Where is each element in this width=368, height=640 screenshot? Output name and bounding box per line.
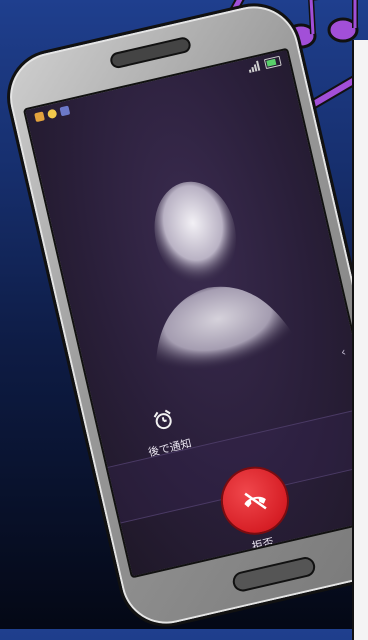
notification-icons xyxy=(34,105,71,123)
status-right xyxy=(241,55,282,75)
phone-hangup-icon xyxy=(244,492,267,510)
paper-page-edge xyxy=(352,40,368,640)
illustration-scene: ‹ 後で通知 拒否 xyxy=(0,0,368,640)
battery-icon xyxy=(263,55,282,70)
message-icon xyxy=(59,105,71,117)
person-silhouette-icon xyxy=(154,181,303,384)
missed-call-icon xyxy=(34,111,45,123)
smiley-icon xyxy=(46,108,58,120)
chevron-left-icon: ‹ xyxy=(339,344,348,360)
smartphone: ‹ 後で通知 拒否 xyxy=(0,0,368,637)
alarm-clock-icon xyxy=(153,409,172,430)
signal-bars-icon xyxy=(247,60,261,73)
